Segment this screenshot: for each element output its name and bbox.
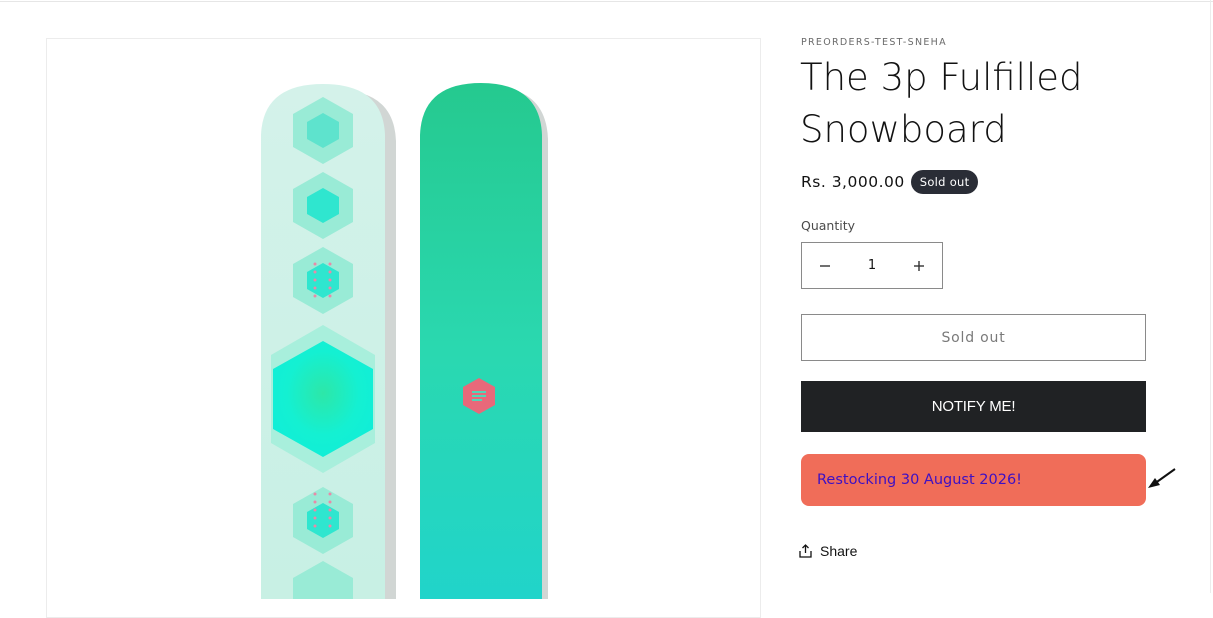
sold-out-button[interactable]: Sold out [801, 314, 1146, 361]
minus-icon [820, 264, 830, 267]
share-label: Share [820, 543, 858, 559]
sold-out-badge: Sold out [910, 170, 979, 194]
quantity-input[interactable] [848, 243, 896, 288]
snowboard-image [261, 83, 548, 599]
restock-banner: Restocking 30 August 2026! [801, 454, 1146, 506]
arrow-pointer-icon [1148, 468, 1176, 488]
header-divider [0, 0, 1213, 2]
product-title: The 3p Fulfilled Snowboard [800, 56, 1083, 151]
scrollbar-track [1210, 0, 1211, 593]
quantity-increase-button[interactable] [896, 243, 942, 288]
share-icon [799, 544, 812, 558]
price-row: Rs. 3,000.00 Sold out [801, 169, 979, 195]
quantity-label: Quantity [801, 218, 856, 233]
product-price: Rs. 3,000.00 [801, 173, 905, 191]
notify-me-button[interactable]: NOTIFY ME! [801, 381, 1146, 432]
quantity-decrease-button[interactable] [802, 243, 848, 288]
plus-icon [914, 260, 924, 271]
restock-message: Restocking 30 August 2026! [817, 472, 1022, 488]
product-media[interactable] [46, 38, 761, 618]
quantity-stepper [801, 242, 943, 289]
product-vendor: PREORDERS-TEST-SNEHA [801, 37, 947, 48]
share-button[interactable]: Share [799, 543, 857, 559]
